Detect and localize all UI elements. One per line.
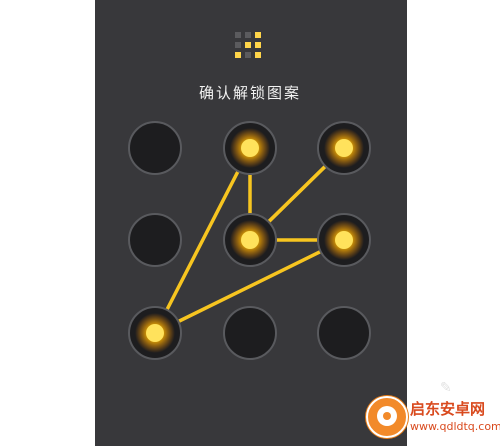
watermark-url: www.qdldtq.com <box>410 420 500 433</box>
watermark-name: 启东安卓网 <box>410 400 486 418</box>
pattern-node-8[interactable] <box>223 306 277 360</box>
pattern-node-core <box>335 231 353 249</box>
pattern-node-ring <box>128 213 182 267</box>
pattern-node-7[interactable] <box>128 306 182 360</box>
pattern-node-ring <box>128 121 182 175</box>
pattern-node-1[interactable] <box>128 121 182 175</box>
pattern-node-5[interactable] <box>223 213 277 267</box>
pattern-node-core <box>241 139 259 157</box>
site-watermark: 启东安卓网 www.qdldtq.com <box>366 392 500 440</box>
pattern-node-core <box>335 139 353 157</box>
pattern-lock-grid[interactable] <box>0 0 500 446</box>
pattern-node-core <box>146 324 164 342</box>
pattern-node-ring <box>223 306 277 360</box>
pattern-node-core <box>241 231 259 249</box>
pattern-node-2[interactable] <box>223 121 277 175</box>
pattern-node-4[interactable] <box>128 213 182 267</box>
watermark-logo-icon <box>366 396 408 438</box>
pattern-node-ring <box>317 306 371 360</box>
page: 确认解锁图案 ✎ 启东安卓网 www.qdldtq.com <box>0 0 500 446</box>
pattern-node-9[interactable] <box>317 306 371 360</box>
pattern-node-3[interactable] <box>317 121 371 175</box>
pattern-node-6[interactable] <box>317 213 371 267</box>
